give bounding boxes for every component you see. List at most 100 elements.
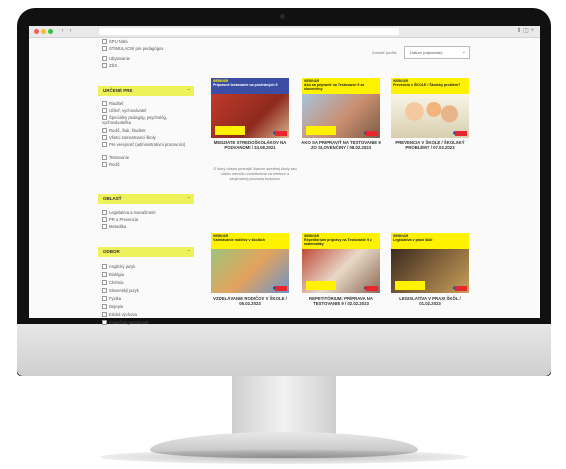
card-title[interactable]: PREVENCIA V ŠKOLE / ŠKOLSKÝ PROBLÉM? / 0… xyxy=(389,140,471,150)
webinar-card[interactable]: WEBINÁR Prevencia v ŠKOLE / Školský prob… xyxy=(391,78,469,138)
checkbox[interactable] xyxy=(102,264,107,270)
checkbox[interactable] xyxy=(102,101,107,107)
webinar-card[interactable]: WEBINÁR Legislatíva v praxi škôl xyxy=(391,233,469,293)
brand-logo xyxy=(455,131,467,136)
card-image xyxy=(391,94,469,138)
card-label xyxy=(395,281,425,290)
card-image xyxy=(211,249,289,293)
filter-item[interactable]: Dejepis xyxy=(102,304,123,310)
filter-item[interactable]: Anglický jazyk xyxy=(102,264,135,270)
filter-group-header[interactable]: URČENÉ PRE – xyxy=(98,86,194,96)
monitor-chin xyxy=(17,324,551,376)
checkbox[interactable] xyxy=(102,155,107,161)
monitor-stand xyxy=(232,376,336,434)
card-label xyxy=(215,126,245,135)
checkbox[interactable] xyxy=(102,108,107,114)
filter-item[interactable]: Biológia xyxy=(102,272,124,278)
checkbox[interactable] xyxy=(102,128,107,134)
shadow xyxy=(100,450,468,464)
filter-item[interactable]: ZŠS xyxy=(102,63,117,69)
checkbox[interactable] xyxy=(102,63,107,69)
sort-select[interactable]: Dátum (najnovšie) ⌄ xyxy=(404,46,470,59)
card-title[interactable]: MEDZIATE STREDOŠKOLÁKOV NA PODVANOMI / 2… xyxy=(209,140,291,150)
back-button[interactable]: ‹ xyxy=(59,28,66,35)
filter-item[interactable]: PR a Prevencia xyxy=(102,217,138,223)
webinar-card[interactable]: WEBINÁR Ako sa pripraviť na Testovanie 9… xyxy=(302,78,380,138)
card-title[interactable]: LEGISLATÍVA V PRAXI ŠKÔL / 01.02.2023 xyxy=(389,296,471,306)
filter-item[interactable]: Učiteľ, vychovávateľ xyxy=(102,108,147,114)
filter-item[interactable]: Rodič, žiak, študent xyxy=(102,128,146,134)
webinar-card[interactable]: WEBINÁR Vzdelávanie rodičov v školách xyxy=(211,233,289,293)
filter-item[interactable]: Testovanie xyxy=(102,155,129,161)
filter-item[interactable]: Finančná gramotnosť xyxy=(102,320,149,326)
imac-monitor: ‹ › ⬆ ◫ + xyxy=(17,8,551,376)
card-banner: WEBINÁR Ako sa pripraviť na Testovanie 9… xyxy=(302,78,380,94)
card-title[interactable]: AKO SA PRIPRAVIŤ NA TESTOVANIE 9 ZO SLOV… xyxy=(300,140,382,150)
brand-logo xyxy=(275,286,287,291)
filter-item[interactable]: Metodika xyxy=(102,224,126,230)
collapse-icon[interactable]: – xyxy=(187,195,190,201)
filter-item[interactable]: STIMULACNÍ pre pedagógov xyxy=(102,46,188,52)
filter-item[interactable]: Ubytovanie xyxy=(102,56,130,62)
maximize-window-button[interactable] xyxy=(48,29,53,34)
checkbox[interactable] xyxy=(102,280,107,286)
card-banner: WEBINÁR Vzdelávanie rodičov v školách xyxy=(211,233,289,249)
card-banner: WEBINÁR Prípravné testovanie na posledný… xyxy=(211,78,289,94)
camera xyxy=(280,14,285,19)
filter-item[interactable]: Špeciálny pedagóg, psychológ, vychovávat… xyxy=(102,115,188,125)
filter-item[interactable]: Riaditeľ xyxy=(102,101,123,107)
filter-item[interactable]: Pre verejnosť (administratívni pracovníc… xyxy=(102,142,188,148)
filter-item[interactable]: Fyzika xyxy=(102,296,121,302)
card-label xyxy=(306,126,336,135)
checkbox[interactable] xyxy=(102,142,107,148)
card-label xyxy=(306,281,336,290)
checkbox[interactable] xyxy=(102,162,107,168)
card-image xyxy=(211,94,289,138)
checkbox[interactable] xyxy=(102,217,107,223)
checkbox[interactable] xyxy=(102,39,107,45)
sort-label: Zoradiť podľa: xyxy=(372,50,398,55)
card-banner: WEBINÁR Repetitórium prípravy na Testova… xyxy=(302,233,380,249)
webinar-card[interactable]: WEBINÁR Repetitórium prípravy na Testova… xyxy=(302,233,380,293)
minimize-window-button[interactable] xyxy=(41,29,46,34)
card-image xyxy=(302,249,380,293)
brand-logo xyxy=(366,131,378,136)
filter-group-header[interactable]: ODBOR – xyxy=(98,247,194,257)
brand-logo xyxy=(275,131,287,136)
webinar-card[interactable]: WEBINÁR Prípravné testovanie na posledný… xyxy=(211,78,289,138)
brand-logo xyxy=(455,286,467,291)
filter-item[interactable]: Slovenský jazyk xyxy=(102,288,139,294)
checkbox[interactable] xyxy=(102,135,107,141)
card-image xyxy=(302,94,380,138)
filter-item[interactable]: Chémia xyxy=(102,280,123,286)
browser-toolbar: ‹ › ⬆ ◫ + xyxy=(29,26,540,38)
checkbox[interactable] xyxy=(102,272,107,278)
checkbox[interactable] xyxy=(102,312,107,318)
collapse-icon[interactable]: – xyxy=(187,87,190,93)
collapse-icon[interactable]: – xyxy=(187,248,190,254)
checkbox[interactable] xyxy=(102,210,107,216)
checkbox[interactable] xyxy=(102,288,107,294)
filter-item[interactable]: Etická výchova xyxy=(102,312,137,318)
promo-text: O ktorý obsah prísnejší žiakom strednej … xyxy=(213,167,297,181)
checkbox[interactable] xyxy=(102,320,107,326)
address-bar[interactable] xyxy=(99,28,399,35)
toolbar-icons[interactable]: ⬆ ◫ + xyxy=(516,27,534,34)
filter-item[interactable]: Legislatíva a manažment xyxy=(102,210,156,216)
checkbox[interactable] xyxy=(102,224,107,230)
filter-item[interactable]: Rodič xyxy=(102,162,120,168)
filter-item[interactable]: Všetci zamestnanci školy xyxy=(102,135,156,141)
checkbox[interactable] xyxy=(102,46,107,52)
card-title[interactable]: REPETITÓRIUM: PRÍPRAVA NA TESTOVANIE 9 /… xyxy=(300,296,382,306)
close-window-button[interactable] xyxy=(34,29,39,34)
brand-logo xyxy=(366,286,378,291)
card-image xyxy=(391,249,469,293)
card-banner: WEBINÁR Prevencia v ŠKOLE / Školský prob… xyxy=(391,78,469,94)
filter-item[interactable]: SPU Nitra xyxy=(102,39,128,45)
filter-group-header[interactable]: OBLASŤ – xyxy=(98,194,194,204)
card-title[interactable]: VZDELÁVANIE RODIČOV V ŠKOLE / 06.02.2023 xyxy=(209,296,291,306)
checkbox[interactable] xyxy=(102,56,107,62)
checkbox[interactable] xyxy=(102,304,107,310)
checkbox[interactable] xyxy=(102,296,107,302)
forward-button[interactable]: › xyxy=(67,28,74,35)
